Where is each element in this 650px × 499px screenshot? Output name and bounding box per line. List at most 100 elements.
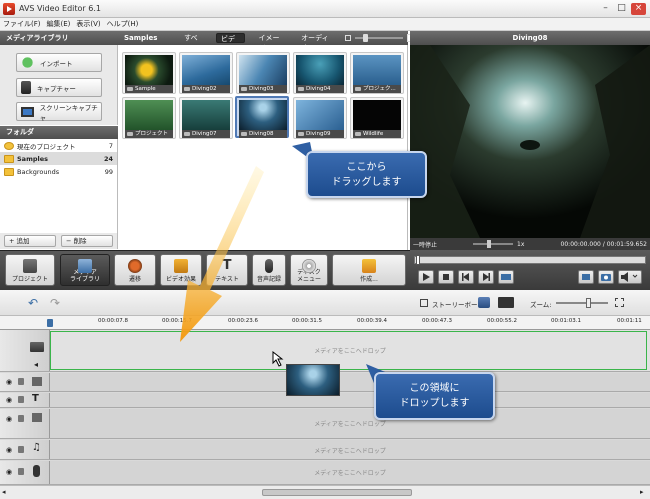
video-track-icon bbox=[30, 342, 44, 352]
thumb-image bbox=[239, 55, 287, 85]
menu-file[interactable]: ファイル(F) bbox=[3, 19, 41, 29]
drag-callout: ここから ドラッグします bbox=[306, 151, 427, 198]
ruler-tick: 00:00:07.8 bbox=[98, 318, 128, 324]
scroll-thumb[interactable] bbox=[262, 489, 412, 496]
play-button[interactable] bbox=[418, 270, 434, 284]
transition-button[interactable]: 遷移 bbox=[114, 254, 156, 286]
media-thumb[interactable]: プロジェクト bbox=[122, 97, 176, 139]
slider-handle[interactable] bbox=[362, 34, 368, 42]
fullscreen-button[interactable] bbox=[498, 270, 514, 284]
overlay-icon bbox=[32, 413, 42, 422]
zoom-label: ズーム: bbox=[530, 301, 552, 309]
seek-handle[interactable] bbox=[416, 255, 420, 265]
lock-icon[interactable] bbox=[18, 396, 24, 403]
track-header: ◂ bbox=[0, 330, 50, 371]
disc-menu-button[interactable]: ディスク メニュー bbox=[290, 254, 328, 286]
lock-icon[interactable] bbox=[18, 468, 24, 475]
seek-bar[interactable] bbox=[414, 255, 646, 265]
media-header: Samples すべて ビデオ イメージ オーディオ bbox=[118, 31, 415, 53]
speed-slider[interactable] bbox=[473, 240, 514, 248]
prev-frame-button[interactable] bbox=[458, 270, 474, 284]
drop-hint: メディアをここへドロップ bbox=[314, 448, 386, 455]
folder-item[interactable]: Samples 24 bbox=[0, 152, 117, 165]
import-button[interactable]: インポート bbox=[16, 53, 102, 72]
capture-button[interactable]: キャプチャー bbox=[16, 78, 102, 97]
preview-title: Diving08 bbox=[410, 31, 650, 45]
add-folder-button[interactable]: + 追加 bbox=[4, 235, 56, 247]
thumb-size-slider[interactable] bbox=[344, 34, 415, 42]
folder-item[interactable]: Backgrounds 99 bbox=[0, 165, 117, 178]
text-icon: T bbox=[32, 393, 39, 404]
menu-help[interactable]: ヘルプ(H) bbox=[107, 19, 139, 29]
media-thumb[interactable]: Wildlife bbox=[350, 97, 404, 139]
speed-handle[interactable] bbox=[487, 240, 492, 248]
project-icon bbox=[23, 259, 37, 273]
timeline-toolbar: ↶ ↷ ストーリーボード ズーム: bbox=[0, 290, 650, 316]
close-button[interactable]: × bbox=[631, 3, 646, 15]
minimize-button[interactable]: – bbox=[598, 3, 613, 15]
media-thumb[interactable]: Diving02 bbox=[179, 52, 233, 94]
drag-arrow-icon bbox=[180, 166, 264, 342]
media-thumb[interactable]: Diving09 bbox=[293, 97, 347, 139]
volume-button[interactable] bbox=[618, 270, 642, 284]
storyboard-toggle[interactable]: ストーリーボード bbox=[432, 299, 484, 309]
media-thumb[interactable]: Diving07 bbox=[179, 97, 233, 139]
folder-item[interactable]: 現在のプロジェクト 7 bbox=[0, 139, 117, 152]
menu-edit[interactable]: 編集(E) bbox=[47, 19, 71, 29]
eye-icon[interactable]: ◉ bbox=[6, 378, 12, 386]
playback-status: 一時停止 bbox=[413, 241, 438, 249]
media-thumb[interactable]: Sample bbox=[122, 52, 176, 94]
tab-image[interactable]: イメージ bbox=[255, 33, 288, 52]
lock-icon[interactable] bbox=[18, 378, 24, 385]
audio-track[interactable]: ◉ ♫ メディアをここへドロップ bbox=[0, 440, 650, 460]
media-thumb[interactable]: Diving04 bbox=[293, 52, 347, 94]
voice-track[interactable]: ◉ メディアをここへドロップ bbox=[0, 461, 650, 485]
timeline-ruler[interactable]: 00:00:07.8 00:00:15.7 00:00:23.6 00:00:3… bbox=[0, 316, 650, 330]
fit-icon[interactable] bbox=[615, 298, 624, 307]
eye-icon[interactable]: ◉ bbox=[6, 415, 12, 423]
media-library-button[interactable]: メディア ライブラリ bbox=[60, 254, 110, 286]
drop-hint: メディアをここへドロップ bbox=[314, 421, 386, 428]
screen-capture-button[interactable]: スクリーンキャプチャ bbox=[16, 102, 102, 122]
snapshot-button[interactable] bbox=[598, 270, 614, 284]
voice-icon[interactable] bbox=[478, 297, 490, 308]
next-frame-button[interactable] bbox=[478, 270, 494, 284]
tab-all[interactable]: すべて bbox=[180, 33, 206, 52]
split-button[interactable] bbox=[578, 270, 594, 284]
media-thumb[interactable]: Diving03 bbox=[236, 52, 290, 94]
project-button[interactable]: プロジェクト bbox=[5, 254, 55, 286]
lock-icon[interactable] bbox=[18, 415, 24, 422]
media-thumb-selected[interactable]: Diving08 bbox=[235, 96, 289, 138]
disc-icon bbox=[302, 259, 316, 273]
undo-icon[interactable]: ↶ bbox=[28, 296, 38, 310]
lock-icon[interactable] bbox=[18, 446, 24, 453]
previous-icon bbox=[462, 273, 469, 281]
preview-info-bar: 一時停止 1x 00:00:00.000 / 00:01:59.652 bbox=[410, 238, 650, 250]
delete-folder-button[interactable]: − 削除 bbox=[61, 235, 113, 247]
slider-track bbox=[354, 37, 403, 39]
zoom-slider[interactable] bbox=[556, 298, 608, 308]
eye-icon[interactable]: ◉ bbox=[6, 446, 12, 454]
create-button[interactable]: 作成... bbox=[332, 254, 406, 286]
zoom-handle[interactable] bbox=[586, 298, 591, 308]
scroll-left-icon[interactable]: ◂ bbox=[2, 488, 6, 496]
aspect-icon[interactable] bbox=[498, 297, 514, 308]
tab-video[interactable]: ビデオ bbox=[215, 33, 245, 53]
maximize-button[interactable]: □ bbox=[614, 3, 629, 15]
redo-icon[interactable]: ↷ bbox=[50, 296, 60, 310]
next-icon bbox=[483, 273, 490, 281]
eye-icon[interactable]: ◉ bbox=[6, 468, 12, 476]
split-icon bbox=[582, 274, 590, 280]
playhead-marker[interactable] bbox=[47, 319, 53, 327]
tab-audio[interactable]: オーディオ bbox=[297, 33, 335, 52]
menu-view[interactable]: 表示(V) bbox=[76, 19, 100, 29]
thumb-image bbox=[296, 100, 344, 130]
eye-icon[interactable]: ◉ bbox=[6, 396, 12, 404]
media-thumb[interactable]: プロジェク... bbox=[350, 52, 404, 94]
time-counter: 00:00:00.000 / 00:01:59.652 bbox=[560, 240, 647, 248]
overlay-track[interactable]: ◉ メディアをここへドロップ bbox=[0, 409, 650, 439]
dragged-clip[interactable] bbox=[286, 364, 340, 396]
horizontal-scrollbar[interactable]: ◂ ▸ bbox=[0, 485, 650, 499]
stop-button[interactable] bbox=[438, 270, 454, 284]
scroll-right-icon[interactable]: ▸ bbox=[640, 488, 644, 496]
